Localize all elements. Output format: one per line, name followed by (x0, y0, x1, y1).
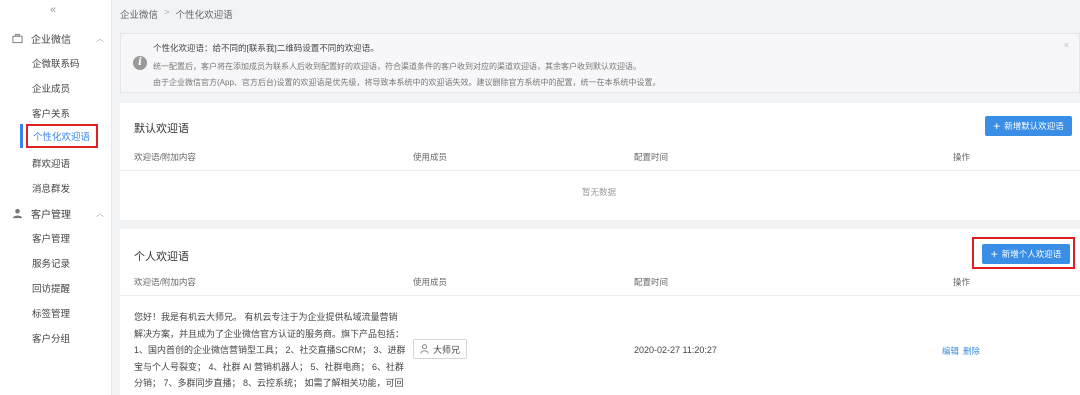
empty-state: 暂无数据 (582, 187, 617, 197)
sidebar-group-wecom[interactable]: 企业微信 ︿ (12, 31, 104, 46)
member-tag[interactable]: 大师兄 (413, 339, 468, 359)
sidebar-item-tag-mgmt[interactable]: 标签管理 (32, 306, 70, 320)
sidebar-item-mass-message[interactable]: 消息群发 (32, 181, 70, 195)
plus-icon: + (993, 119, 1001, 133)
button-label: 新增个人欢迎语 (1001, 249, 1062, 259)
breadcrumb: 企业微信 > 个性化欢迎语 (120, 7, 233, 21)
briefcase-icon (12, 33, 23, 44)
sidebar-item-group-greeting[interactable]: 群欢迎语 (32, 156, 70, 170)
section-title: 个人欢迎语 (134, 251, 189, 263)
greeting-content: 您好！我是有机云大师兄。 有机云专注于为企业提供私域流量营销解决方案，并且成为了… (134, 312, 406, 395)
collapse-sidebar-button[interactable]: « (50, 4, 56, 16)
breadcrumb-current: 个性化欢迎语 (175, 10, 233, 21)
personal-greeting-card: 个人欢迎语 + 新增个人欢迎语 欢迎语/附加内容 使用成员 配置时间 操作 您好… (120, 229, 1080, 395)
column-header: 欢迎语/附加内容 (134, 152, 196, 162)
notice-line-1: 统一配置后，客户将在添加成员为联系人后收到配置好的欢迎语，符合渠道条件的客户收到… (153, 62, 641, 71)
sidebar-group-label: 客户管理 (31, 210, 71, 221)
sidebar-item-members[interactable]: 企业成员 (32, 81, 70, 95)
column-header: 操作 (953, 152, 971, 162)
divider (120, 170, 1080, 171)
chevron-up-icon: ︿ (96, 34, 104, 43)
column-header: 使用成员 (413, 277, 448, 287)
edit-link[interactable]: 编辑 (942, 345, 959, 357)
sidebar-item-customer-relations[interactable]: 客户关系 (32, 106, 70, 120)
column-header: 欢迎语/附加内容 (134, 277, 196, 287)
divider (120, 295, 1080, 296)
add-default-greeting-button[interactable]: + 新增默认欢迎语 (985, 116, 1072, 136)
sidebar-item-service-records[interactable]: 服务记录 (32, 256, 70, 270)
sidebar-item-visit-reminders[interactable]: 回访提醒 (32, 281, 70, 295)
close-icon[interactable]: × (1064, 40, 1069, 50)
section-title: 默认欢迎语 (134, 123, 189, 135)
sidebar-item-label: 个性化欢迎语 (33, 132, 91, 143)
row-actions: 编辑 删除 (942, 345, 980, 357)
sidebar-item-customer-groups[interactable]: 客户分组 (32, 331, 70, 345)
breadcrumb-separator: > (164, 7, 170, 18)
sidebar-item-customer-mgmt[interactable]: 客户管理 (32, 231, 70, 245)
add-personal-greeting-button[interactable]: + 新增个人欢迎语 (982, 244, 1070, 264)
column-header: 配置时间 (634, 152, 669, 162)
plus-icon: + (990, 247, 998, 261)
sidebar-group-customer-mgmt[interactable]: 客户管理 ︿ (12, 206, 104, 221)
column-header: 操作 (953, 277, 971, 287)
sidebar: « 企业微信 ︿ 企微联系码 企业成员 客户关系 个性化欢迎语 群欢迎语 消息群… (0, 0, 112, 395)
user-icon (12, 208, 23, 219)
sidebar-item-contact-code[interactable]: 企微联系码 (32, 56, 80, 70)
sidebar-group-label: 企业微信 (31, 35, 71, 46)
config-time: 2020-02-27 11:20:27 (634, 345, 717, 355)
sidebar-item-personal-greeting[interactable]: 个性化欢迎语 (26, 124, 98, 148)
button-label: 新增默认欢迎语 (1004, 121, 1064, 131)
member-name: 大师兄 (433, 344, 461, 355)
chevron-up-icon: ︿ (96, 209, 104, 218)
info-notice: i 个性化欢迎语：给不同的[联系我]二维码设置不同的欢迎语。 统一配置后，客户将… (120, 33, 1080, 93)
column-header: 使用成员 (413, 152, 448, 162)
info-icon: i (133, 56, 147, 70)
person-icon (420, 344, 429, 354)
delete-link[interactable]: 删除 (963, 345, 980, 357)
breadcrumb-root[interactable]: 企业微信 (120, 7, 158, 21)
default-greeting-card: 默认欢迎语 + 新增默认欢迎语 欢迎语/附加内容 使用成员 配置时间 操作 暂无… (120, 103, 1080, 220)
active-indicator (20, 124, 23, 148)
notice-line-2: 由于企业微信官方(App、官方后台)设置的欢迎语是优先级，将导致本系统中的欢迎语… (153, 78, 661, 87)
notice-title: 个性化欢迎语：给不同的[联系我]二维码设置不同的欢迎语。 (153, 43, 379, 53)
column-header: 配置时间 (634, 277, 669, 287)
